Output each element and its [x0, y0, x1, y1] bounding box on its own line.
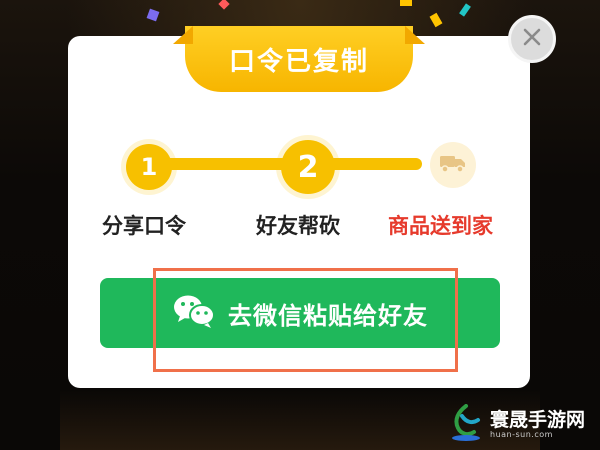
step-3-circle: [430, 142, 476, 188]
watermark: 寰晟手游网 huan-sun.com: [448, 404, 585, 446]
step-3-label: 商品送到家: [388, 214, 493, 238]
watermark-url: huan-sun.com: [490, 430, 553, 439]
banner-title: 口令已复制: [228, 46, 369, 77]
step-2-number: 2: [297, 149, 319, 185]
watermark-text: 寰晟手游网: [490, 409, 586, 431]
confetti-piece: [429, 12, 443, 28]
highlight-box: [153, 268, 458, 372]
close-button[interactable]: [508, 15, 556, 63]
step-1-label: 分享口令: [102, 214, 186, 238]
step-2-circle: 2: [281, 140, 335, 194]
title-banner: 口令已复制: [185, 26, 413, 92]
close-icon: [522, 27, 542, 51]
confetti-piece: [218, 0, 230, 10]
step-1-number: 1: [140, 153, 158, 181]
truck-icon: [439, 153, 467, 177]
step-2-label: 好友帮砍: [256, 214, 340, 238]
confetti-piece: [400, 0, 412, 6]
watermark-logo-icon: [448, 404, 484, 446]
confetti-piece: [146, 8, 160, 22]
confetti-piece: [459, 3, 471, 17]
step-1-circle: 1: [126, 144, 172, 190]
